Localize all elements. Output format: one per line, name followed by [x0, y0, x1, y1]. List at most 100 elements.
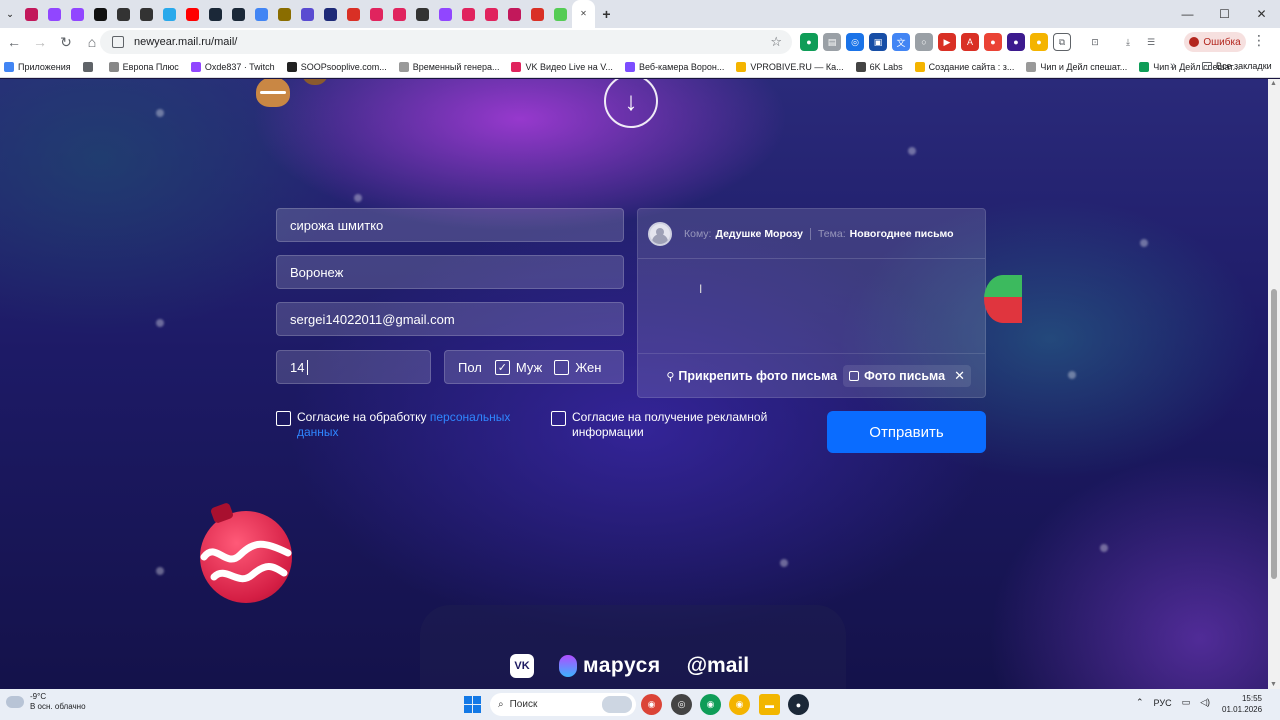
bookmark-item[interactable]: VPROBIVE.RU — Ка...: [736, 61, 844, 72]
obs-app-icon[interactable]: ◎: [671, 694, 692, 715]
browser-tab[interactable]: [342, 3, 365, 25]
attach-photo-button[interactable]: ⚲ Прикрепить фото письма: [666, 369, 837, 383]
bookmark-item[interactable]: Создание сайта : з...: [914, 61, 1014, 72]
browser-tab[interactable]: [526, 3, 549, 25]
extensions-puzzle-icon[interactable]: ⧉: [1053, 33, 1071, 51]
extension-icon[interactable]: ◎: [846, 33, 864, 51]
male-checkbox[interactable]: ✓: [494, 359, 510, 375]
browser-tab[interactable]: [457, 3, 480, 25]
back-button[interactable]: ←: [2, 30, 26, 54]
browser-tab[interactable]: [319, 3, 342, 25]
browser-tab[interactable]: [365, 3, 388, 25]
minimize-button[interactable]: —: [1169, 0, 1206, 28]
gender-female-option[interactable]: Жен: [554, 359, 601, 375]
scroll-down-icon[interactable]: ▼: [1270, 681, 1277, 688]
chrome-app-icon[interactable]: ◉: [729, 694, 750, 715]
browser-tab[interactable]: [112, 3, 135, 25]
browser-tab[interactable]: [43, 3, 66, 25]
browser-tab[interactable]: [227, 3, 250, 25]
all-bookmarks-button[interactable]: Все закладки: [1202, 61, 1272, 71]
female-checkbox[interactable]: [554, 359, 570, 375]
chevron-up-icon[interactable]: ⌃: [1136, 697, 1144, 708]
forward-button[interactable]: →: [28, 30, 52, 54]
email-input[interactable]: sergei14022011@gmail.com: [276, 302, 624, 336]
steam-app-icon[interactable]: ●: [788, 694, 809, 715]
page-scrollbar[interactable]: ▲ ▼: [1268, 79, 1280, 689]
scroll-down-arrow-icon[interactable]: ↓: [604, 79, 658, 128]
marusia-logo[interactable]: маруся: [583, 654, 661, 678]
browser-tab[interactable]: [411, 3, 434, 25]
translate-icon[interactable]: 文: [892, 33, 910, 51]
browser-tab[interactable]: [158, 3, 181, 25]
age-input[interactable]: 14: [276, 350, 431, 384]
site-info-icon[interactable]: [112, 36, 124, 48]
pdf-icon[interactable]: A: [961, 33, 979, 51]
browser-tab[interactable]: [20, 3, 43, 25]
browser-tab[interactable]: [296, 3, 319, 25]
extension-icon[interactable]: ●: [1030, 33, 1048, 51]
chrome-app-icon[interactable]: ◉: [700, 694, 721, 715]
extension-icon[interactable]: ▣: [869, 33, 887, 51]
bookmark-star-icon[interactable]: ☆: [770, 34, 782, 50]
bookmark-item[interactable]: Oxde837 · Twitch: [190, 61, 275, 72]
windows-start-icon[interactable]: [464, 696, 481, 713]
maximize-button[interactable]: ☐: [1206, 0, 1243, 28]
bookmark-item[interactable]: Чип и Дейл спешат...: [1026, 61, 1127, 72]
remove-photo-icon[interactable]: ✕: [954, 368, 965, 384]
profile-error-button[interactable]: Ошибка: [1184, 32, 1246, 52]
file-explorer-icon[interactable]: ▬: [759, 694, 780, 715]
tab-search-button[interactable]: ⌄: [0, 3, 20, 25]
browser-tab[interactable]: [549, 3, 572, 25]
name-input[interactable]: сирожа шмитко: [276, 208, 624, 242]
language-indicator[interactable]: РУС: [1154, 698, 1172, 708]
browser-tab[interactable]: [480, 3, 503, 25]
browser-tab[interactable]: [273, 3, 296, 25]
browser-tab[interactable]: [503, 3, 526, 25]
new-tab-button[interactable]: +: [595, 3, 618, 25]
consent-personal-checkbox[interactable]: [276, 411, 291, 426]
bookmark-item[interactable]: Приложения: [4, 61, 71, 72]
browser-tab[interactable]: [204, 3, 227, 25]
weather-widget[interactable]: -9°C В осн. облачно: [6, 692, 86, 712]
scroll-up-icon[interactable]: ▲: [1270, 80, 1277, 87]
more-bookmarks-icon[interactable]: »: [1170, 60, 1176, 72]
bookmark-item[interactable]: Временный генера...: [398, 61, 499, 72]
bookmark-item[interactable]: VK Видео Live на V...: [511, 61, 613, 72]
extension-icon[interactable]: ▤: [823, 33, 841, 51]
browser-tab[interactable]: [250, 3, 273, 25]
bookmark-item[interactable]: Европа Плюс: [108, 61, 179, 72]
vk-logo[interactable]: VK: [510, 654, 534, 678]
gender-male-option[interactable]: ✓ Муж: [494, 359, 542, 375]
volume-icon[interactable]: ◁): [1200, 697, 1210, 708]
close-window-button[interactable]: ✕: [1243, 0, 1280, 28]
mail-logo[interactable]: @mail: [687, 654, 750, 678]
extension-icon[interactable]: ▶: [938, 33, 956, 51]
reload-button[interactable]: ↻: [54, 30, 78, 54]
extension-icon[interactable]: ●: [800, 33, 818, 51]
browser-tab[interactable]: [135, 3, 158, 25]
browser-tab[interactable]: [434, 3, 457, 25]
scrollbar-thumb[interactable]: [1271, 289, 1277, 579]
bookmark-item[interactable]: Веб-камера Ворон...: [624, 61, 724, 72]
consent-ads-checkbox[interactable]: [551, 411, 566, 426]
browser-menu-icon[interactable]: ⋮: [1252, 32, 1266, 49]
browser-tab[interactable]: ✕: [572, 0, 595, 28]
letter-textarea[interactable]: I: [638, 259, 985, 354]
extension-icon[interactable]: ●: [984, 33, 1002, 51]
send-button[interactable]: Отправить: [827, 411, 986, 453]
browser-tab[interactable]: [388, 3, 411, 25]
bookmark-item[interactable]: 6K Labs: [855, 61, 903, 72]
reading-list-icon[interactable]: ☰: [1142, 33, 1160, 51]
taskbar-search[interactable]: ⌕ Поиск: [490, 693, 636, 716]
browser-tab[interactable]: [181, 3, 204, 25]
clock[interactable]: 15:55 01.01.2026: [1222, 693, 1262, 715]
address-bar[interactable]: newyear.mail.ru/mail/ ☆: [100, 30, 792, 54]
extension-icon[interactable]: ○: [915, 33, 933, 51]
browser-tab[interactable]: [66, 3, 89, 25]
extension-icon[interactable]: ●: [1007, 33, 1025, 51]
city-input[interactable]: Воронеж: [276, 255, 624, 289]
screenshot-icon[interactable]: ⊡: [1086, 33, 1104, 51]
chrome-app-icon[interactable]: ◉: [641, 694, 662, 715]
bookmark-item[interactable]: [82, 61, 97, 72]
download-icon[interactable]: ⤓: [1119, 33, 1137, 51]
